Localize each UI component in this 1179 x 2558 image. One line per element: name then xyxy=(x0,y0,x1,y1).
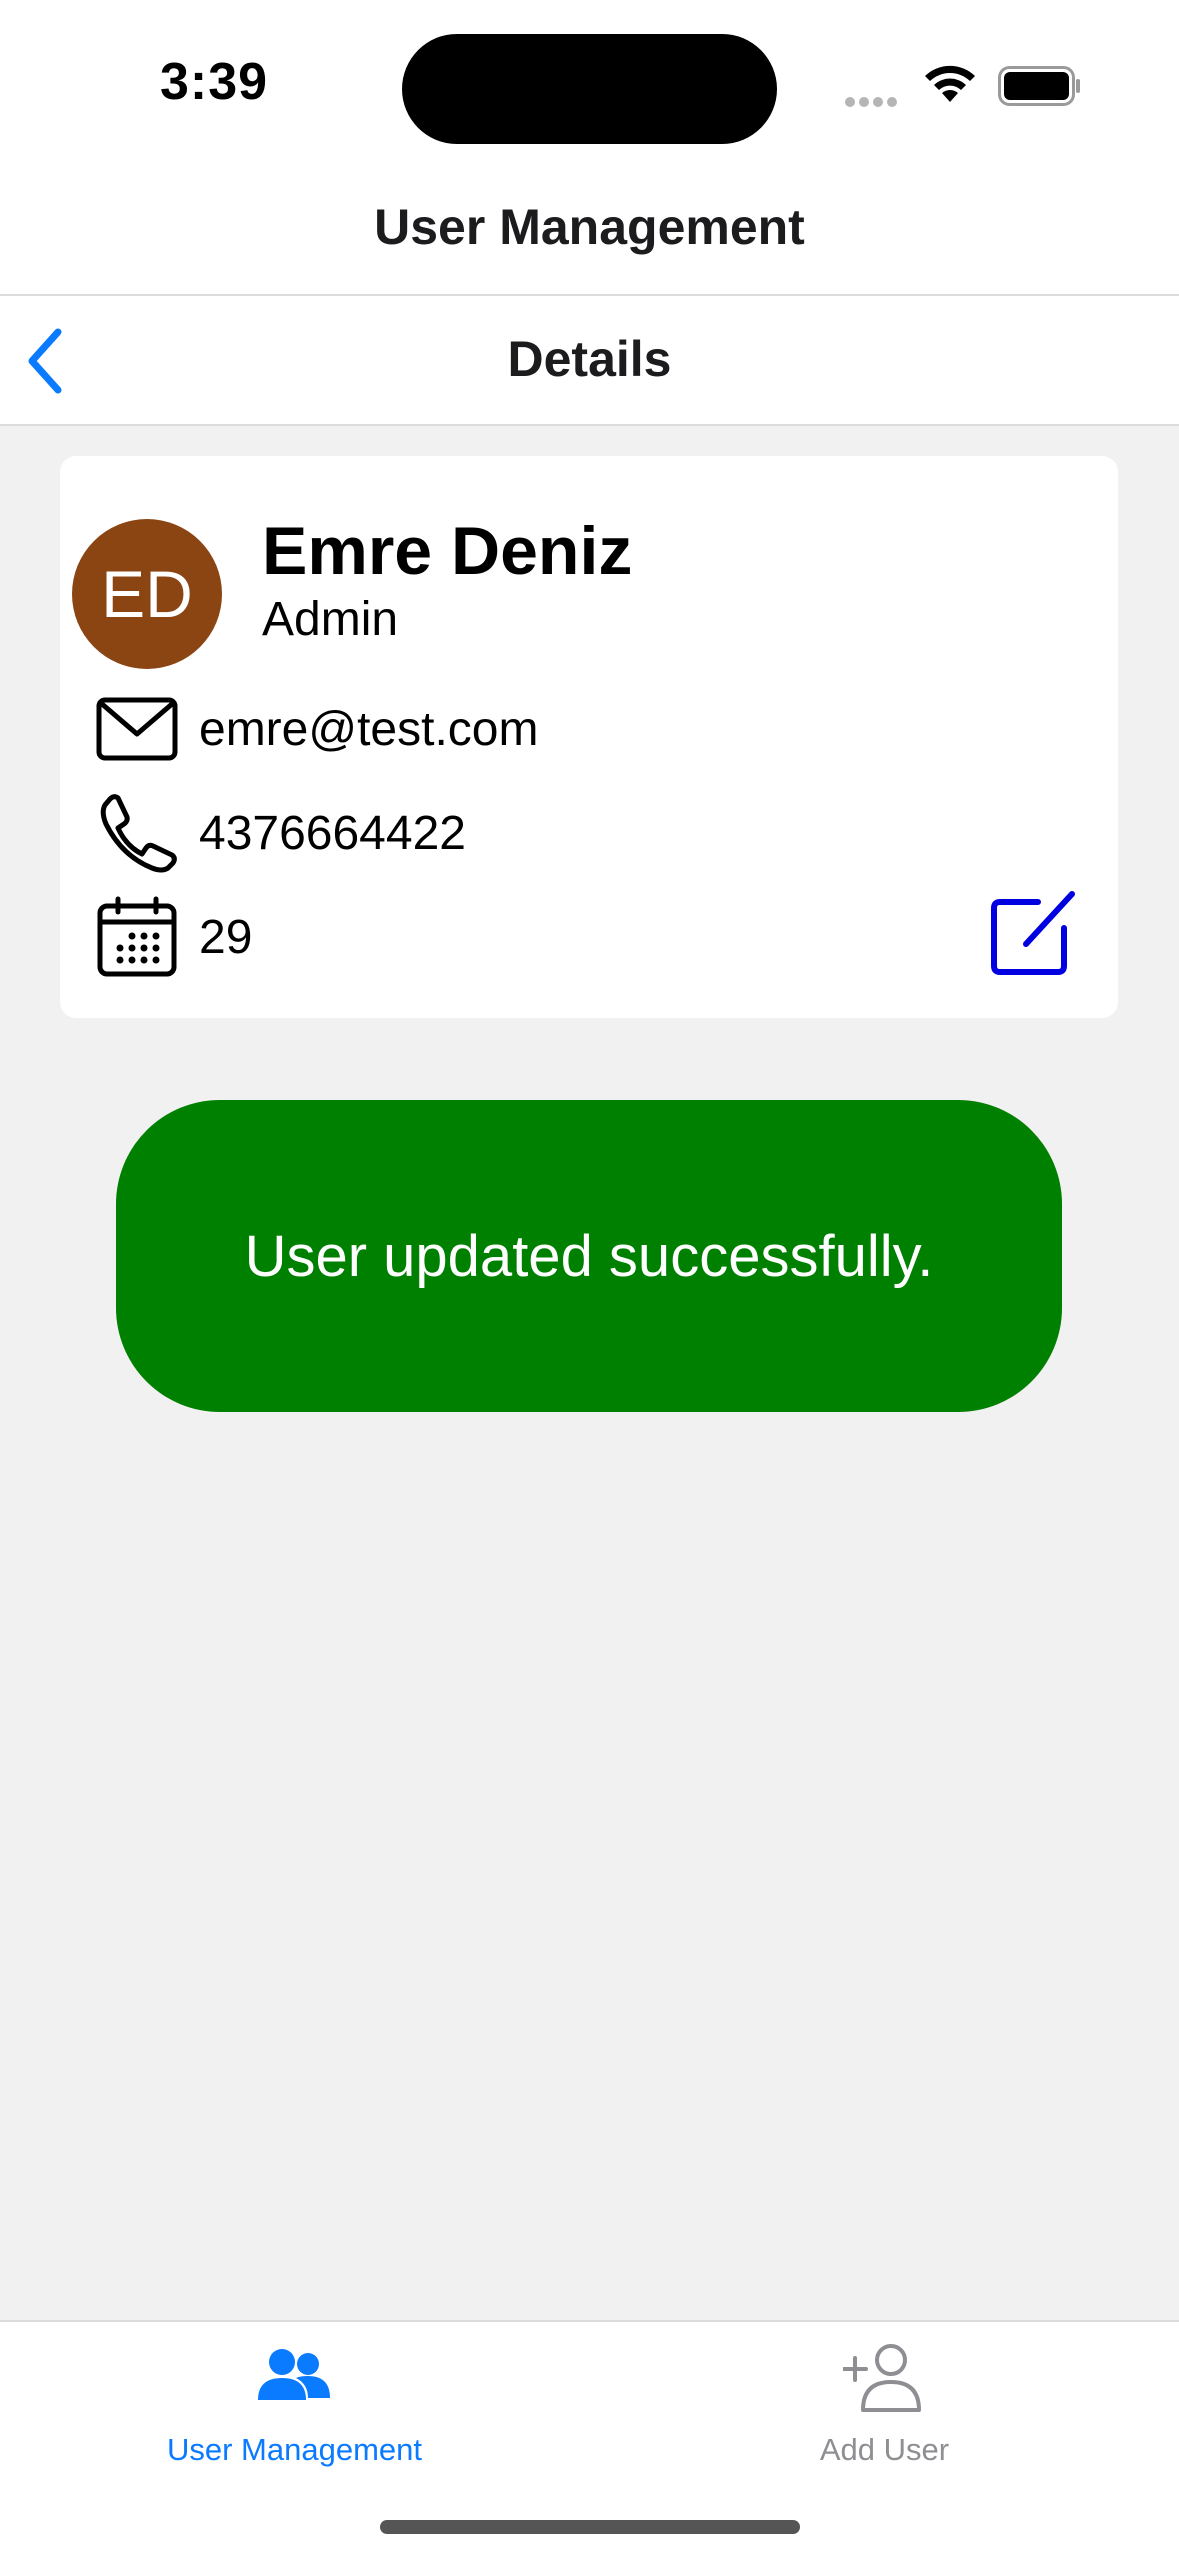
user-email: emre@test.com xyxy=(199,703,539,756)
calendar-icon xyxy=(97,896,177,977)
page-title: Details xyxy=(507,331,672,387)
user-name: Emre Deniz xyxy=(262,513,633,589)
status-bar: 3:39 xyxy=(0,0,1179,170)
user-role: Admin xyxy=(262,593,399,646)
user-phone: 4376664422 xyxy=(199,807,466,860)
back-button[interactable] xyxy=(14,324,84,398)
phone-icon xyxy=(100,794,177,873)
battery-icon xyxy=(998,66,1080,106)
edit-icon xyxy=(991,891,1075,975)
wifi-icon xyxy=(925,65,975,102)
cellular-signal-icon xyxy=(845,94,901,112)
tab-label: Add User xyxy=(819,2432,950,2467)
home-indicator xyxy=(380,2520,800,2534)
status-time: 3:39 xyxy=(160,53,269,111)
toast-message: User updated successfully. xyxy=(244,1223,934,1289)
navigation-bar: Details xyxy=(0,296,1179,426)
success-toast: User updated successfully. xyxy=(116,1100,1062,1412)
chevron-left-icon xyxy=(28,328,62,394)
user-details-card: ED Emre Deniz Admin emre@test.com 437666… xyxy=(60,456,1118,1018)
dynamic-island xyxy=(402,34,777,144)
users-icon xyxy=(258,2349,330,2400)
tab-add-user[interactable]: Add User xyxy=(590,2322,1179,2482)
user-age: 29 xyxy=(199,911,253,964)
edit-button[interactable] xyxy=(986,886,1080,980)
app-title: User Management xyxy=(374,199,805,255)
tab-label: User Management xyxy=(166,2432,422,2467)
envelope-icon xyxy=(96,697,178,761)
avatar: ED xyxy=(72,519,222,669)
tab-bar: User Management Add User xyxy=(0,2320,1179,2558)
tab-user-management[interactable]: User Management xyxy=(0,2322,589,2482)
add-user-icon xyxy=(843,2344,921,2412)
app-header: User Management xyxy=(0,170,1179,296)
